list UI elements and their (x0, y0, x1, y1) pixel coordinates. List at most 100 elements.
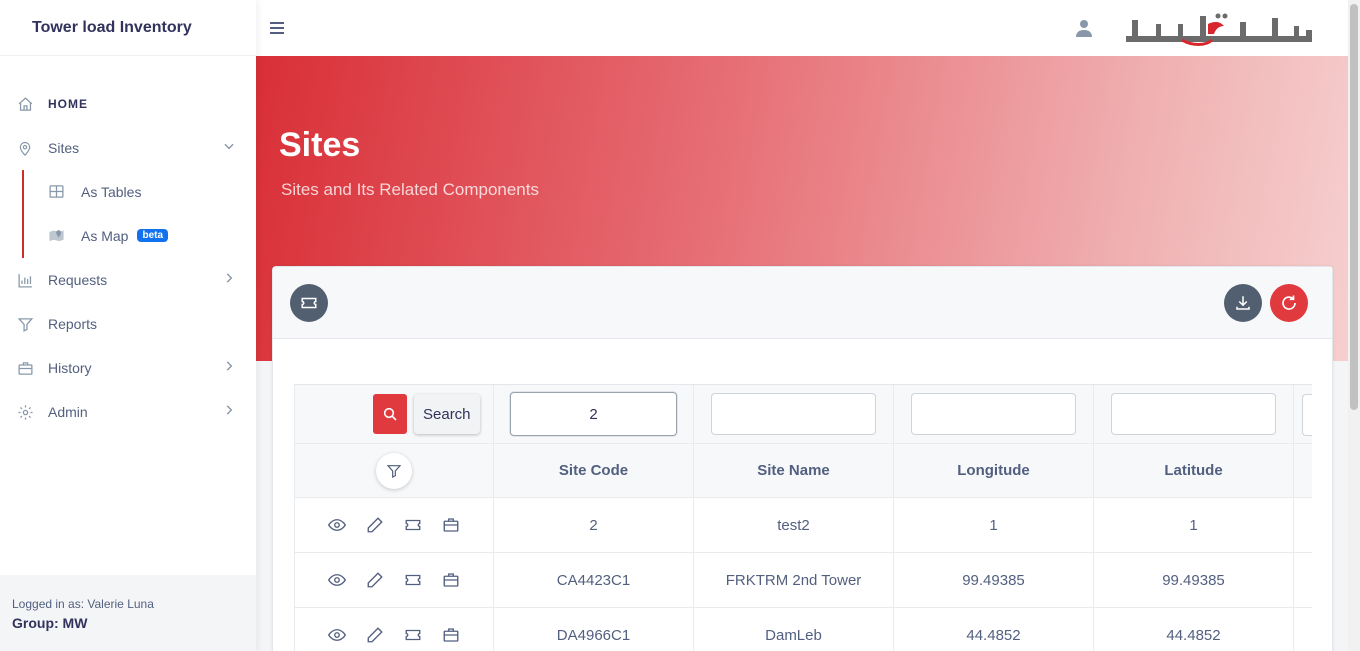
chevron-right-icon (222, 271, 236, 288)
site-name-filter-input[interactable] (711, 393, 876, 435)
cell-longitude: 99.49385 (894, 553, 1094, 607)
cell-site-name: DamLeb (694, 608, 894, 651)
sidebar-item-label: Sites (48, 140, 80, 156)
sidebar-item-label: Requests (48, 272, 108, 288)
column-header-latitude[interactable]: Latitude (1094, 444, 1294, 497)
chevron-right-icon (222, 403, 236, 420)
ticket-button[interactable] (290, 284, 328, 322)
table-row: 2 test2 1 1 (294, 498, 1312, 553)
sidebar-item-label: As Tables (81, 184, 142, 200)
cell-site-name: test2 (694, 498, 894, 552)
edit-icon[interactable] (366, 571, 385, 590)
bar-chart-icon (16, 271, 34, 289)
row-actions (294, 498, 494, 552)
page-subtitle: Sites and Its Related Components (281, 180, 539, 199)
column-header-site-code[interactable]: Site Code (494, 444, 694, 497)
cell-site-name: FRKTRM 2nd Tower (694, 553, 894, 607)
sidebar-item-label: Admin (48, 404, 88, 420)
sidebar-item-home[interactable]: HOME (0, 82, 256, 126)
cell-overflow (1294, 498, 1312, 552)
ticket-icon[interactable] (404, 571, 423, 590)
filter-row: Search (294, 385, 1312, 444)
briefcase-icon[interactable] (442, 626, 461, 645)
row-actions (294, 608, 494, 651)
table-icon (48, 183, 66, 201)
column-header-longitude[interactable]: Longitude (894, 444, 1094, 497)
longitude-filter-input[interactable] (911, 393, 1076, 435)
edit-icon[interactable] (366, 626, 385, 645)
home-icon (16, 95, 34, 113)
filter-cell-overflow (1294, 385, 1312, 443)
filter-cell (1094, 385, 1294, 443)
sidebar-item-label: Reports (48, 316, 98, 332)
site-code-filter-input[interactable] (510, 392, 677, 436)
gear-icon (16, 403, 34, 421)
cell-latitude: 44.4852 (1094, 608, 1294, 651)
funnel-icon (16, 315, 34, 333)
group-label: Group: MW (12, 615, 88, 631)
filter-cell (694, 385, 894, 443)
sidebar-item-label: History (48, 360, 92, 376)
sidebar: Tower load Inventory HOME Sites As Table (0, 0, 256, 651)
toggle-filter-button[interactable] (376, 452, 412, 489)
sidebar-item-sites[interactable]: Sites (0, 126, 256, 170)
briefcase-icon[interactable] (442, 516, 461, 535)
view-icon[interactable] (328, 626, 347, 645)
column-header-site-name[interactable]: Site Name (694, 444, 894, 497)
logged-in-label: Logged in as: Valerie Luna (12, 597, 154, 611)
header-actions-cell (294, 444, 494, 497)
hamburger-menu-icon[interactable] (269, 18, 285, 38)
cell-longitude: 1 (894, 498, 1094, 552)
cell-longitude: 44.4852 (894, 608, 1094, 651)
sidebar-item-requests[interactable]: Requests (0, 258, 256, 302)
table-header-row: Site Code Site Name Longitude Latitude (294, 444, 1312, 498)
sidebar-item-as-map[interactable]: As Map beta (0, 214, 256, 258)
filter-cell (894, 385, 1094, 443)
sidebar-footer: Logged in as: Valerie Luna Group: MW (0, 575, 256, 651)
sidebar-item-history[interactable]: History (0, 346, 256, 390)
view-icon[interactable] (328, 516, 347, 535)
submenu-indicator (22, 170, 24, 258)
sidebar-item-as-tables[interactable]: As Tables (0, 170, 256, 214)
map-pin-icon (16, 139, 34, 157)
filter-cell (494, 385, 694, 443)
table-row: CA4423C1 FRKTRM 2nd Tower 99.49385 99.49… (294, 553, 1312, 608)
ticket-icon[interactable] (404, 626, 423, 645)
app-title: Tower load Inventory (0, 0, 256, 56)
edit-icon[interactable] (366, 516, 385, 535)
sidebar-nav: HOME Sites As Tables As Map beta Request… (0, 56, 256, 434)
sidebar-item-label: As Map (81, 228, 129, 244)
ticket-icon[interactable] (404, 516, 423, 535)
sites-submenu: As Tables As Map beta (0, 170, 256, 258)
cell-site-code: DA4966C1 (494, 608, 694, 651)
sidebar-item-label: HOME (48, 97, 88, 111)
chevron-right-icon (222, 359, 236, 376)
topbar (256, 0, 1348, 56)
search-button[interactable] (373, 394, 407, 434)
page-scrollbar[interactable] (1348, 0, 1360, 651)
cell-latitude: 1 (1094, 498, 1294, 552)
page-title: Sites (279, 126, 361, 164)
latitude-filter-input[interactable] (1111, 393, 1276, 435)
scrollbar-thumb[interactable] (1350, 4, 1358, 410)
sites-table: Search Site Code (294, 384, 1312, 651)
chevron-down-icon (222, 139, 236, 156)
cell-latitude: 99.49385 (1094, 553, 1294, 607)
map-icon (48, 227, 66, 245)
briefcase-icon[interactable] (442, 571, 461, 590)
sidebar-item-reports[interactable]: Reports (0, 302, 256, 346)
cell-overflow (1294, 608, 1312, 651)
sites-card: Search Site Code (272, 266, 1333, 651)
table-row: DA4966C1 DamLeb 44.4852 44.4852 (294, 608, 1312, 651)
briefcase-icon (16, 359, 34, 377)
company-logo (1122, 6, 1318, 48)
download-button[interactable] (1224, 284, 1262, 322)
user-icon[interactable] (1075, 18, 1093, 38)
beta-badge: beta (137, 228, 169, 242)
filter-actions-cell: Search (294, 385, 494, 443)
view-icon[interactable] (328, 571, 347, 590)
refresh-button[interactable] (1270, 284, 1308, 322)
search-tooltip: Search (414, 394, 480, 434)
sidebar-item-admin[interactable]: Admin (0, 390, 256, 434)
column-header-overflow (1294, 444, 1312, 497)
